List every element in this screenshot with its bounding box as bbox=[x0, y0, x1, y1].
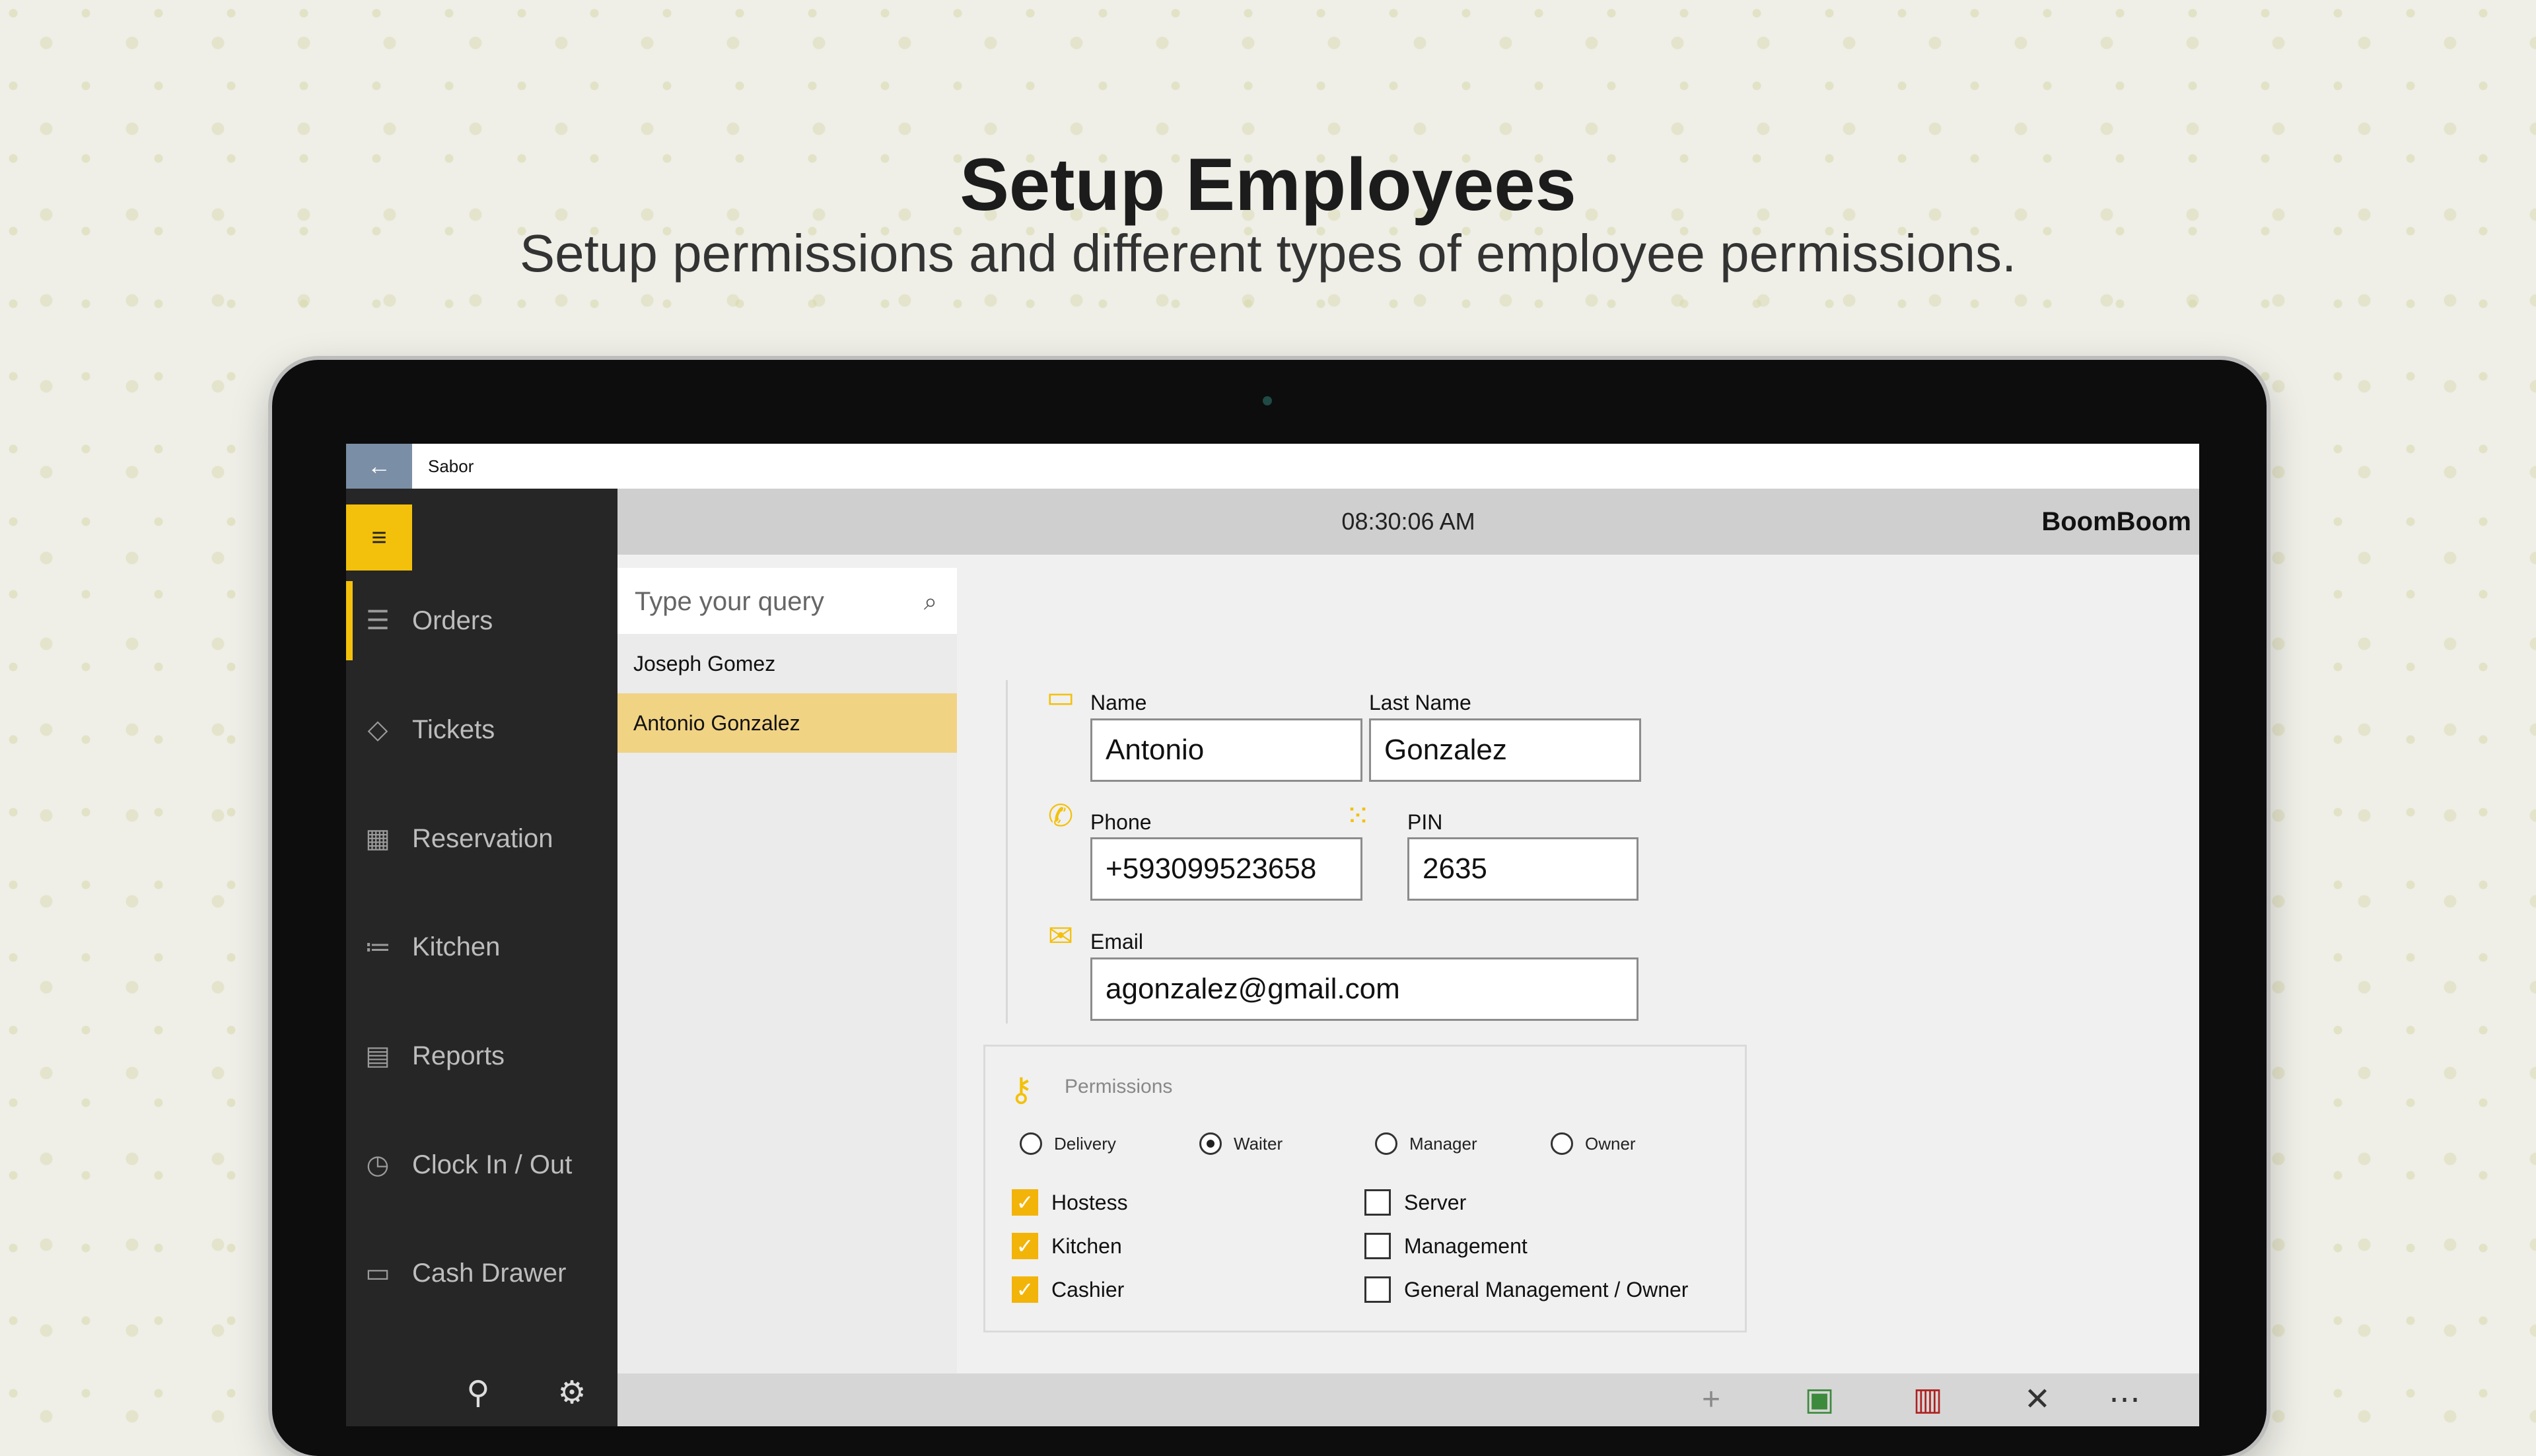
search-icon[interactable]: ⌕ bbox=[924, 588, 937, 616]
gear-icon[interactable]: ⚙ bbox=[552, 1373, 592, 1413]
list-icon: ☰ bbox=[366, 606, 390, 635]
sidebar-item-orders[interactable]: ☰ Orders bbox=[346, 581, 617, 660]
cash-drawer-icon: ▭ bbox=[365, 1259, 390, 1288]
report-icon: ▤ bbox=[365, 1041, 390, 1070]
checkbox-label: Server bbox=[1404, 1191, 1467, 1214]
title-bar: ← Sabor bbox=[346, 444, 2199, 489]
more-icon[interactable]: ⋯ bbox=[2103, 1379, 2146, 1421]
app-title: Sabor bbox=[428, 456, 474, 476]
sidebar-item-tickets[interactable]: ◇ Tickets bbox=[346, 690, 617, 769]
email-label: Email bbox=[1090, 930, 1144, 953]
hamburger-menu-button[interactable]: ≡ bbox=[346, 504, 412, 571]
radio-label: Waiter bbox=[1234, 1134, 1283, 1154]
sidebar-item-label: Orders bbox=[412, 606, 493, 635]
mail-icon: ✉ bbox=[1047, 919, 1074, 953]
checkbox-label: General Management / Owner bbox=[1404, 1278, 1689, 1301]
sidebar-item-label: Tickets bbox=[412, 715, 495, 744]
tag-icon: ◇ bbox=[367, 715, 388, 744]
arrow-left-icon: ← bbox=[367, 452, 391, 479]
last-name-label: Last Name bbox=[1369, 691, 1471, 714]
sidebar-item-label: Cash Drawer bbox=[412, 1259, 567, 1288]
checkbox-box bbox=[1364, 1276, 1391, 1303]
checkbox-box bbox=[1364, 1233, 1391, 1259]
back-button[interactable]: ← bbox=[346, 444, 412, 489]
radio-label: Delivery bbox=[1054, 1134, 1116, 1154]
check-icon: ✓ bbox=[1012, 1189, 1038, 1216]
clock-icon: ◷ bbox=[366, 1150, 390, 1179]
sidebar-item-label: Kitchen bbox=[412, 932, 501, 961]
form-divider bbox=[1006, 680, 1008, 1023]
page-headline: Setup Employees bbox=[960, 143, 1576, 226]
checkbox-label: Hostess bbox=[1051, 1191, 1128, 1214]
page-subheadline: Setup permissions and different types of… bbox=[519, 224, 2017, 283]
sidebar-item-reports[interactable]: ▤ Reports bbox=[346, 1016, 617, 1095]
keypad-icon: ⁙ bbox=[1345, 798, 1371, 833]
name-label: Name bbox=[1090, 691, 1147, 714]
command-bar: + ▣ ▥ ✕ ⋯ bbox=[617, 1373, 2199, 1426]
camera bbox=[1263, 396, 1272, 405]
active-indicator bbox=[346, 581, 353, 660]
sidebar-item-label: Reservation bbox=[412, 824, 553, 853]
name-field[interactable] bbox=[1090, 718, 1362, 782]
top-header: 08:30:06 AM BoomBoom bbox=[617, 489, 2199, 555]
search-box: ⌕ bbox=[617, 568, 957, 634]
radio-label: Manager bbox=[1409, 1134, 1477, 1154]
radio-circle bbox=[1020, 1132, 1042, 1155]
phone-field[interactable] bbox=[1090, 837, 1362, 901]
id-card-icon: ▭ bbox=[1046, 679, 1075, 714]
user-switch-icon[interactable]: ⚲ bbox=[458, 1373, 498, 1413]
sidebar-item-cash-drawer[interactable]: ▭ Cash Drawer bbox=[346, 1233, 617, 1313]
check-icon: ✓ bbox=[1012, 1233, 1038, 1259]
pin-field[interactable] bbox=[1407, 837, 1638, 901]
sidebar-item-kitchen[interactable]: ≔ Kitchen bbox=[346, 907, 617, 987]
employee-form: ▭ Name Last Name ✆ Phone ⁙ PIN ✉ Email ⚷… bbox=[957, 555, 2199, 1373]
checklist-icon: ≔ bbox=[365, 932, 391, 961]
sidebar: ≡ ☰ Orders ◇ Tickets ▦ Reservation ≔ Kit… bbox=[346, 489, 617, 1426]
sidebar-item-label: Clock In / Out bbox=[412, 1150, 573, 1179]
close-icon[interactable]: ✕ bbox=[2016, 1379, 2059, 1421]
phone-label: Phone bbox=[1090, 810, 1152, 834]
radio-circle-selected bbox=[1199, 1132, 1222, 1155]
permissions-title: Permissions bbox=[1065, 1076, 1173, 1097]
list-item-employee[interactable]: Joseph Gomez bbox=[617, 634, 957, 693]
email-field[interactable] bbox=[1090, 957, 1638, 1021]
permissions-panel: ⚷ Permissions Delivery Waiter Manager Ow… bbox=[983, 1045, 1747, 1333]
radio-label: Owner bbox=[1585, 1134, 1636, 1154]
radio-circle bbox=[1375, 1132, 1397, 1155]
pin-label: PIN bbox=[1407, 810, 1443, 834]
calendar-icon: ▦ bbox=[365, 824, 390, 853]
checkbox-label: Management bbox=[1404, 1234, 1528, 1258]
sidebar-item-label: Reports bbox=[412, 1041, 505, 1070]
key-icon: ⚷ bbox=[1009, 1071, 1034, 1108]
checkbox-box bbox=[1364, 1189, 1391, 1216]
list-item-employee-selected[interactable]: Antonio Gonzalez bbox=[617, 693, 957, 753]
check-icon: ✓ bbox=[1012, 1276, 1038, 1303]
checkbox-label: Cashier bbox=[1051, 1278, 1125, 1301]
phone-icon: ✆ bbox=[1047, 798, 1074, 833]
radio-circle bbox=[1551, 1132, 1573, 1155]
delete-icon[interactable]: ▥ bbox=[1907, 1379, 1949, 1421]
clock-readout: 08:30:06 AM bbox=[1341, 508, 1475, 535]
checkbox-label: Kitchen bbox=[1051, 1234, 1122, 1258]
employee-list-panel: ⌕ Joseph Gomez Antonio Gonzalez bbox=[617, 568, 957, 1373]
save-icon[interactable]: ▣ bbox=[1798, 1379, 1841, 1421]
hamburger-icon: ≡ bbox=[371, 523, 387, 552]
sidebar-item-reservation[interactable]: ▦ Reservation bbox=[346, 799, 617, 878]
sidebar-item-clock-in-out[interactable]: ◷ Clock In / Out bbox=[346, 1125, 617, 1204]
last-name-field[interactable] bbox=[1369, 718, 1641, 782]
app-window: ← Sabor ≡ ☰ Orders ◇ Tickets ▦ Reservati… bbox=[346, 444, 2199, 1426]
add-icon[interactable]: + bbox=[1690, 1379, 1732, 1421]
brand-name: BoomBoom bbox=[2041, 507, 2191, 536]
search-input[interactable] bbox=[633, 582, 900, 621]
